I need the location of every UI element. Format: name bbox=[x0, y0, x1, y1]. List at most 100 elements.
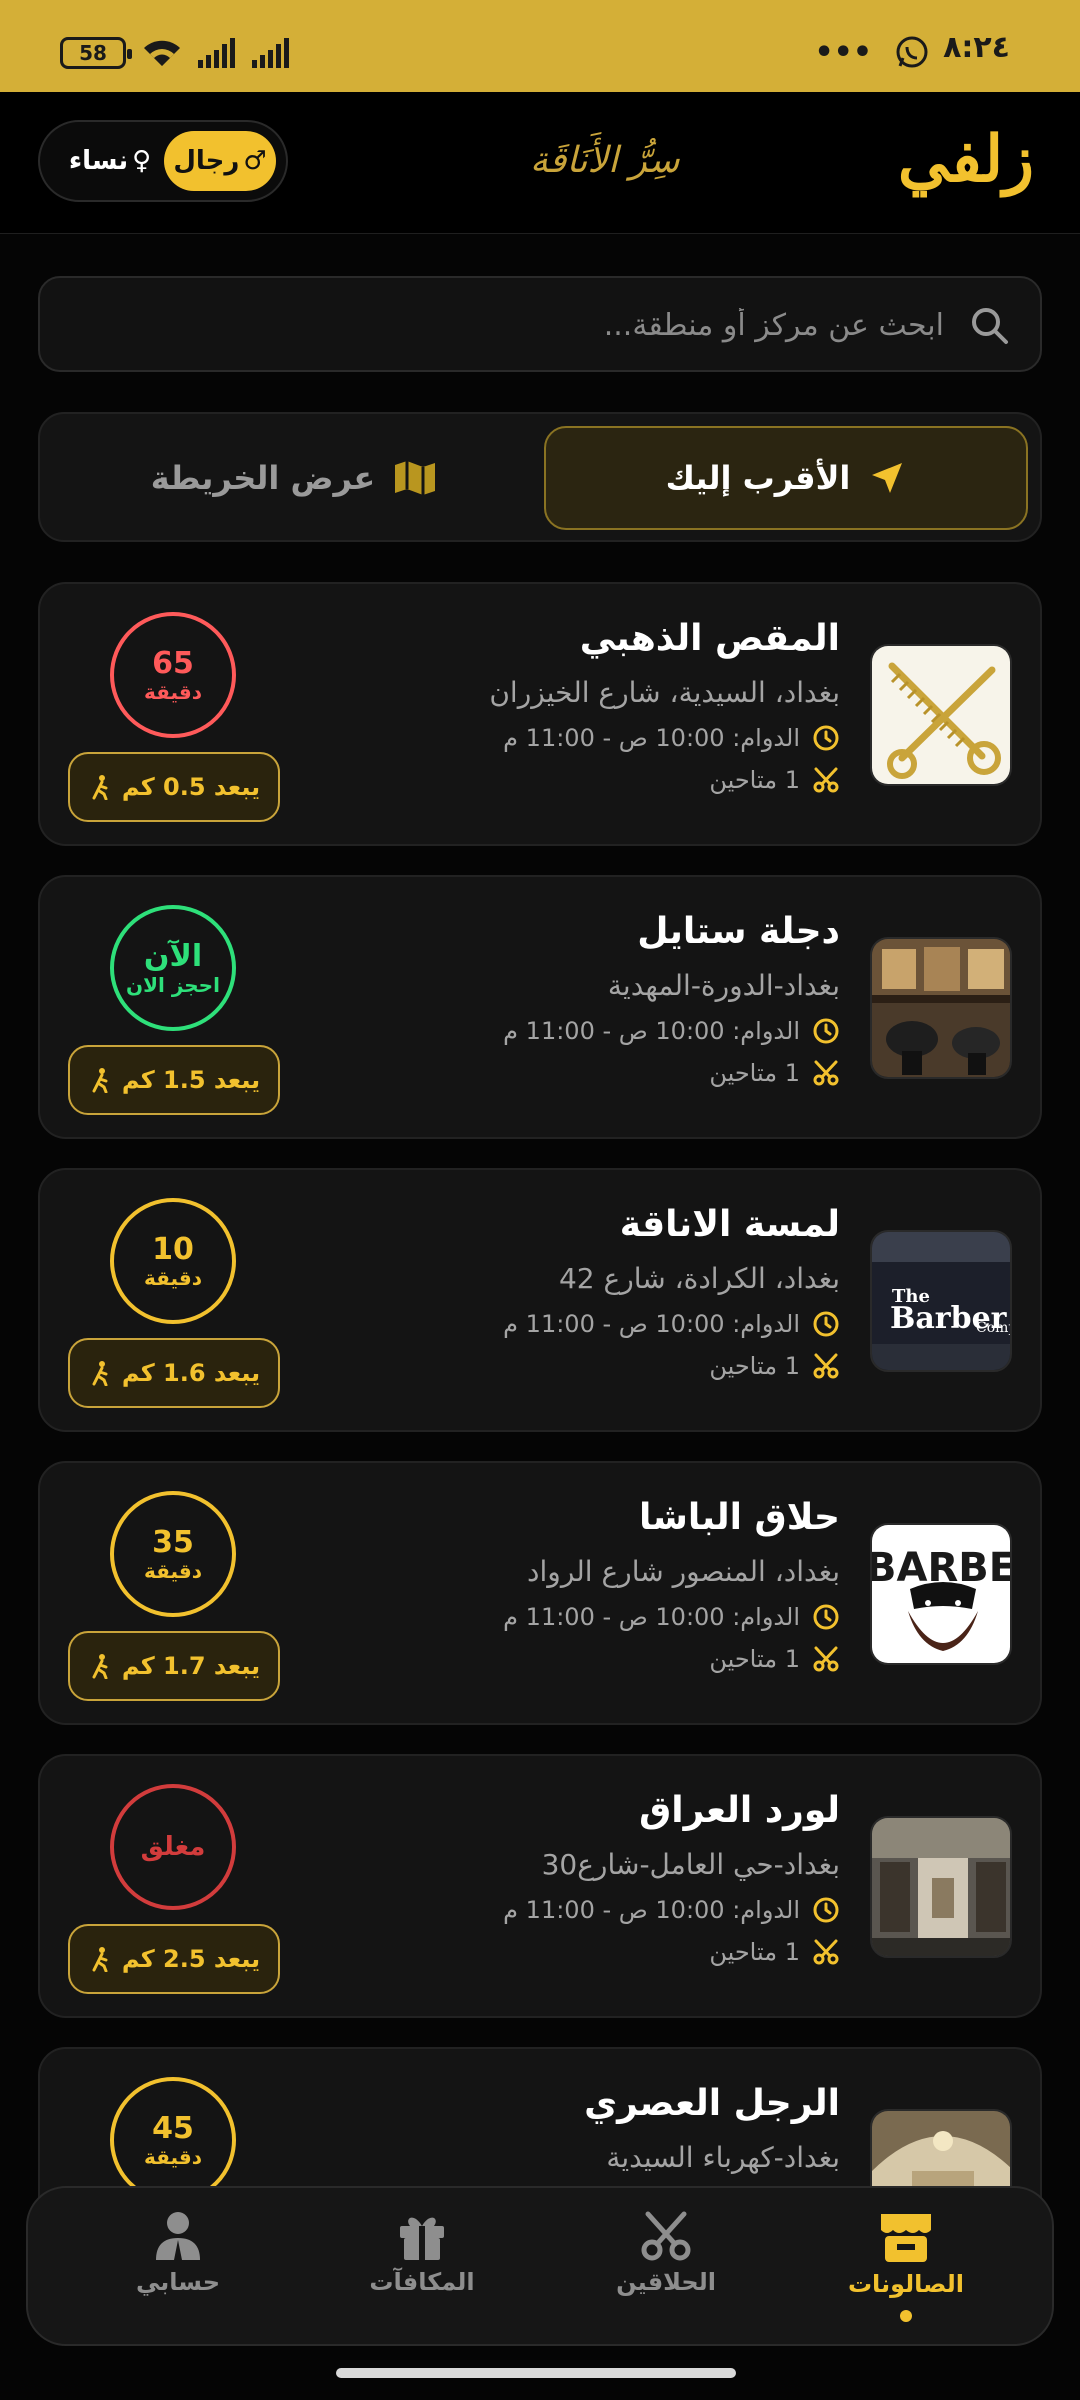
app-header: رجال ♂ نساء ♀ سِرُّ الأَنَاقَة زلفي bbox=[0, 92, 1080, 234]
nearest-tab[interactable]: الأقرب إليك bbox=[544, 426, 1028, 530]
search-input[interactable] bbox=[164, 298, 944, 352]
salon-address: بغداد، المنصور شارع الرواد bbox=[527, 1555, 840, 1588]
app-logo: زلفي bbox=[897, 122, 1034, 197]
status-main: 45 bbox=[152, 2110, 194, 2146]
gender-toggle[interactable]: رجال ♂ نساء ♀ bbox=[38, 120, 288, 202]
salon-availability: 1 متاحين bbox=[709, 766, 800, 794]
wait-status-ring[interactable]: الآن احجز الان bbox=[110, 905, 236, 1031]
salon-address: بغداد، الكرادة، شارع 42 bbox=[558, 1262, 840, 1295]
distance-badge: يبعد 1.5 كم bbox=[68, 1045, 280, 1115]
wait-status-ring[interactable]: 65 دقيقة bbox=[110, 612, 236, 738]
status-bar-right-icons: ••• bbox=[814, 34, 930, 70]
nav-account-label: حسابي bbox=[135, 2268, 221, 2296]
salon-address: بغداد-الدورة-المهدية bbox=[607, 969, 840, 1002]
salon-card[interactable]: المقص الذهبي بغداد، السيدية، شارع الخيزر… bbox=[38, 582, 1042, 846]
salon-availability-row: 1 متاحين bbox=[709, 1938, 840, 1966]
female-icon: ♀ bbox=[132, 146, 152, 176]
nav-salons-label: الصالونات bbox=[847, 2270, 965, 2298]
distance-label: يبعد 1.5 كم bbox=[121, 1066, 261, 1094]
search-icon[interactable] bbox=[968, 304, 1012, 348]
wait-status-ring[interactable]: 45 دقيقة bbox=[110, 2077, 236, 2203]
salon-hours-row: الدوام: 10:00 ص - 11:00 م bbox=[503, 1896, 840, 1924]
salon-availability-row: 1 متاحين bbox=[709, 1059, 840, 1087]
nav-active-dot bbox=[900, 2310, 912, 2322]
bottom-navigation: الصالونات الحلاقين المكافآت حسابي bbox=[26, 2186, 1054, 2346]
distance-label: يبعد 1.7 كم bbox=[121, 1652, 261, 1680]
distance-label: يبعد 2.5 كم bbox=[121, 1945, 261, 1973]
nav-rewards[interactable]: المكافآت bbox=[332, 2210, 512, 2296]
gender-women-label: نساء bbox=[68, 146, 129, 176]
map-view-tab[interactable]: عرض الخريطة bbox=[52, 426, 536, 530]
gender-men-label: رجال bbox=[173, 146, 240, 176]
salon-name: المقص الذهبي bbox=[579, 618, 840, 659]
scissors-icon bbox=[813, 1353, 839, 1379]
nav-account[interactable]: حسابي bbox=[88, 2210, 268, 2296]
distance-label: يبعد 0.5 كم bbox=[121, 773, 261, 801]
walking-icon bbox=[92, 1361, 108, 1386]
distance-badge: يبعد 1.7 كم bbox=[68, 1631, 280, 1701]
salon-hours-row: الدوام: 10:00 ص - 11:00 م bbox=[503, 1310, 840, 1338]
scissors-icon bbox=[813, 767, 839, 793]
home-indicator[interactable] bbox=[336, 2368, 736, 2378]
map-icon bbox=[395, 461, 436, 495]
status-bar-left: 58 bbox=[60, 36, 292, 70]
signal-icon-2 bbox=[252, 38, 289, 68]
status-main: 65 bbox=[152, 645, 194, 681]
store-icon bbox=[881, 2214, 931, 2262]
salon-thumbnail[interactable]: TheBarberComp bbox=[870, 1230, 1012, 1372]
salon-thumbnail[interactable]: BARBER bbox=[870, 1523, 1012, 1665]
salon-availability: 1 متاحين bbox=[709, 1645, 800, 1673]
nav-barbers-label: الحلاقين bbox=[616, 2268, 716, 2296]
status-main: الآن bbox=[143, 938, 203, 974]
app-tagline: سِرُّ الأَنَاقَة bbox=[530, 140, 680, 181]
svg-text:Comp: Comp bbox=[976, 1320, 1012, 1336]
user-icon bbox=[156, 2212, 200, 2260]
salon-hours: الدوام: 10:00 ص - 11:00 م bbox=[503, 1017, 800, 1045]
wait-status-ring[interactable]: مغلق bbox=[110, 1784, 236, 1910]
salon-card[interactable]: لورد العراق بغداد-حي العامل-شارع30 الدوا… bbox=[38, 1754, 1042, 2018]
salon-hours: الدوام: 10:00 ص - 11:00 م bbox=[503, 1896, 800, 1924]
salon-card[interactable]: دجلة ستايل بغداد-الدورة-المهدية الدوام: … bbox=[38, 875, 1042, 1139]
clock-icon bbox=[813, 1604, 839, 1630]
nav-salons[interactable]: الصالونات bbox=[816, 2210, 996, 2322]
salon-card[interactable]: TheBarberComp لمسة الاناقة بغداد، الكراد… bbox=[38, 1168, 1042, 1432]
salon-thumbnail[interactable] bbox=[870, 1816, 1012, 1958]
salon-name: لمسة الاناقة bbox=[619, 1204, 840, 1245]
search-bar[interactable] bbox=[38, 276, 1042, 372]
gender-men-button[interactable]: رجال ♂ bbox=[164, 131, 276, 191]
salon-availability: 1 متاحين bbox=[709, 1059, 800, 1087]
wait-status-ring[interactable]: 35 دقيقة bbox=[110, 1491, 236, 1617]
salon-address: بغداد-حي العامل-شارع30 bbox=[541, 1848, 840, 1881]
walking-icon bbox=[92, 1068, 108, 1093]
salon-hours: الدوام: 10:00 ص - 11:00 م bbox=[503, 1310, 800, 1338]
status-main: 35 bbox=[152, 1524, 194, 1560]
salon-name: دجلة ستايل bbox=[637, 911, 840, 952]
salon-hours-row: الدوام: 10:00 ص - 11:00 م bbox=[503, 724, 840, 752]
salon-card[interactable]: BARBER حلاق الباشا بغداد، المنصور شارع ا… bbox=[38, 1461, 1042, 1725]
view-toggle: الأقرب إليك عرض الخريطة bbox=[38, 412, 1042, 542]
gift-icon bbox=[400, 2217, 444, 2260]
distance-badge: يبعد 1.6 كم bbox=[68, 1338, 280, 1408]
gender-women-button[interactable]: نساء ♀ bbox=[56, 131, 164, 191]
scissors-icon bbox=[813, 1646, 839, 1672]
salon-hours-row: الدوام: 10:00 ص - 11:00 م bbox=[503, 1603, 840, 1631]
distance-label: يبعد 1.6 كم bbox=[121, 1359, 261, 1387]
walking-icon bbox=[92, 1654, 108, 1679]
status-sub: دقيقة bbox=[143, 1265, 203, 1290]
salon-thumbnail[interactable] bbox=[870, 937, 1012, 1079]
status-bar: 58 ••• ٨:٢٤ bbox=[0, 0, 1080, 92]
salon-name: حلاق الباشا bbox=[639, 1497, 840, 1538]
salon-name: لورد العراق bbox=[639, 1790, 840, 1831]
salon-thumbnail[interactable] bbox=[870, 644, 1012, 786]
clock-icon bbox=[813, 1897, 839, 1923]
nav-rewards-label: المكافآت bbox=[369, 2268, 475, 2296]
scissors-icon bbox=[813, 1939, 839, 1965]
status-sub: دقيقة bbox=[143, 2144, 203, 2169]
signal-icon bbox=[198, 38, 235, 68]
battery-icon: 58 bbox=[60, 37, 132, 69]
wait-status-ring[interactable]: 10 دقيقة bbox=[110, 1198, 236, 1324]
status-time: ٨:٢٤ bbox=[943, 30, 1010, 65]
nav-barbers[interactable]: الحلاقين bbox=[576, 2210, 756, 2296]
status-sub: دقيقة bbox=[143, 679, 203, 704]
salon-hours: الدوام: 10:00 ص - 11:00 م bbox=[503, 724, 800, 752]
